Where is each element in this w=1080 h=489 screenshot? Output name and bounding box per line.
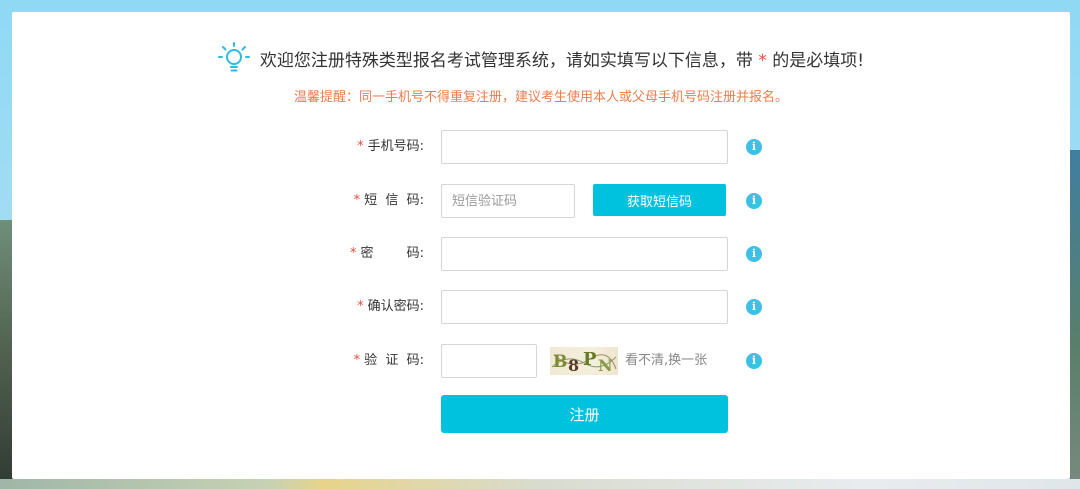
warm-tip: 温馨提醒：同一手机号不得重复注册，建议考生使用本人或父母手机号码注册并报名。 [293, 90, 788, 105]
captcha-char-3: P [583, 349, 597, 370]
submit-row: 注册 [12, 395, 1070, 433]
info-icon[interactable]: i [746, 139, 762, 155]
required-mark: * [353, 193, 361, 208]
lightbulb-icon [217, 42, 250, 72]
sms-label: * 短 信 码: [312, 184, 424, 218]
captcha-label-text: 验 证 码: [364, 353, 424, 368]
info-icon[interactable]: i [746, 353, 762, 369]
welcome-suffix: 的是必填项! [772, 50, 865, 71]
required-mark: * [353, 353, 361, 368]
confirm-password-row: * 确认密码: i [12, 290, 1070, 324]
sms-row: *短 信 码: 获取短信码 i [12, 184, 1070, 218]
confirm-password-input[interactable] [441, 290, 728, 324]
required-mark: * [357, 299, 364, 314]
background-bottom-edge [0, 479, 1080, 489]
captcha-row: * 验 证 码: B 8 P N 看不清,换一张 i [12, 344, 1070, 378]
password-label-text: 密 码: [360, 246, 424, 261]
info-icon[interactable]: i [746, 299, 762, 315]
required-mark: * [758, 50, 767, 71]
password-label: * 密 码: [312, 237, 424, 271]
sms-label-text: 短 信 码: [364, 193, 424, 208]
captcha-image[interactable]: B 8 P N [550, 347, 618, 375]
required-mark: * [357, 139, 364, 154]
captcha-input[interactable] [441, 344, 537, 378]
confirm-password-label: * 确认密码: [312, 290, 424, 324]
info-icon[interactable]: i [746, 193, 762, 209]
sms-code-input[interactable] [441, 184, 575, 218]
register-button[interactable]: 注册 [441, 395, 728, 433]
phone-input[interactable] [441, 130, 728, 164]
password-input[interactable] [441, 237, 728, 271]
captcha-char-4: N [598, 356, 613, 375]
captcha-char-2: 8 [568, 356, 579, 375]
phone-label: * 手机号码: [312, 130, 424, 164]
phone-row: * 手机号码: i [12, 130, 1070, 164]
phone-label-text: 手机号码: [367, 139, 424, 154]
captcha-char-1: B [553, 352, 567, 372]
page-header: 欢迎您注册特殊类型报名考试管理系统，请如实填写以下信息，带 * 的是必填项! 温… [12, 42, 1070, 105]
info-icon[interactable]: i [746, 246, 762, 262]
captcha-label: * 验 证 码: [312, 344, 424, 378]
required-mark: * [350, 246, 357, 261]
welcome-line: 欢迎您注册特殊类型报名考试管理系统，请如实填写以下信息，带 * 的是必填项! [217, 42, 864, 74]
welcome-prefix: 欢迎您注册特殊类型报名考试管理系统，请如实填写以下信息，带 [259, 50, 753, 71]
password-row: * 密 码: i [12, 237, 1070, 271]
registration-card: 欢迎您注册特殊类型报名考试管理系统，请如实填写以下信息，带 * 的是必填项! 温… [12, 12, 1070, 479]
welcome-text: 欢迎您注册特殊类型报名考试管理系统，请如实填写以下信息，带 * 的是必填项! [260, 46, 864, 71]
get-sms-code-button[interactable]: 获取短信码 [593, 184, 726, 216]
confirm-password-label-text: 确认密码: [367, 299, 424, 314]
captcha-refresh-link[interactable]: 看不清,换一张 [625, 344, 707, 378]
